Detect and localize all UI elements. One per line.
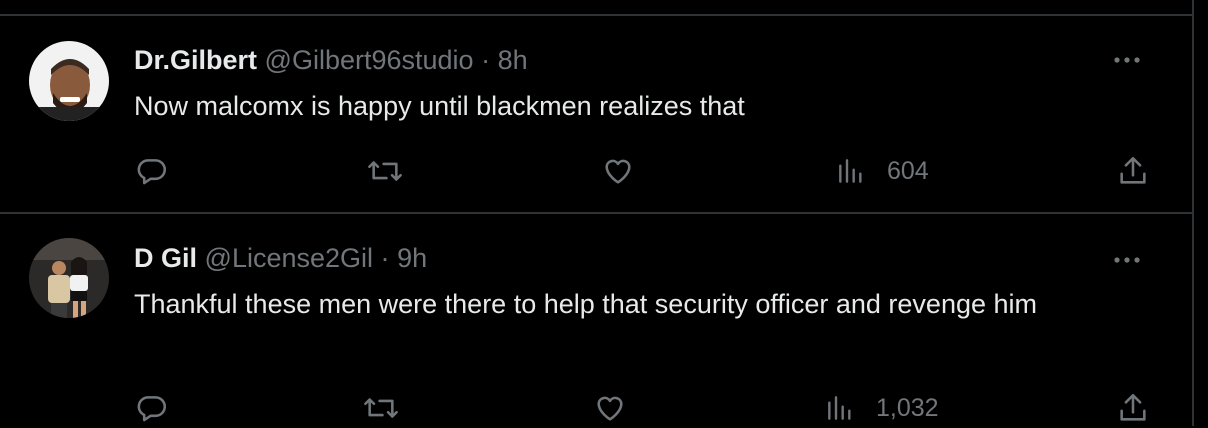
avatar-photo (29, 41, 109, 121)
avatar[interactable] (29, 238, 109, 318)
avatar-photo (29, 238, 109, 318)
display-name[interactable]: Dr.Gilbert (134, 45, 257, 75)
reply-icon (137, 159, 167, 185)
reply-icon (137, 396, 167, 422)
views-bar-chart-icon (828, 396, 851, 420)
more-dots-icon[interactable] (1112, 50, 1142, 70)
timeline-right-border (1192, 0, 1194, 426)
heart-icon (597, 396, 623, 421)
views-button[interactable]: 604 (835, 151, 929, 191)
share-button[interactable] (1116, 151, 1150, 191)
tweet-text: Now malcomx is happy until blackmen real… (134, 91, 745, 121)
view-count: 1,032 (876, 393, 939, 422)
tweet-actions: 604 (0, 151, 1192, 191)
reply-button[interactable] (135, 151, 169, 191)
share-icon (1120, 393, 1146, 421)
views-button[interactable]: 1,032 (824, 388, 939, 428)
views-bar-chart-icon (839, 159, 862, 183)
user-handle[interactable]: @Gilbert96studio (265, 45, 474, 75)
separator-dot: · (380, 243, 390, 273)
retweet-button[interactable] (362, 388, 400, 428)
tweet-card[interactable]: D Gil @License2Gil · 9h Thankful these m… (0, 214, 1192, 426)
timestamp[interactable]: 9h (397, 243, 427, 273)
separator-dot: · (481, 45, 491, 75)
retweet-button[interactable] (366, 151, 404, 191)
share-button[interactable] (1116, 388, 1150, 428)
view-count: 604 (887, 156, 929, 185)
share-icon (1120, 156, 1146, 184)
more-dots-icon[interactable] (1112, 250, 1142, 270)
avatar[interactable] (29, 41, 109, 121)
retweet-icon (368, 161, 402, 181)
like-button[interactable] (593, 388, 627, 428)
timestamp[interactable]: 8h (498, 45, 528, 75)
heart-icon (605, 159, 631, 184)
tweet-header: D Gil @License2Gil · 9h (134, 243, 427, 274)
like-button[interactable] (601, 151, 635, 191)
retweet-icon (364, 398, 398, 418)
tweet-header: Dr.Gilbert @Gilbert96studio · 8h (134, 45, 528, 76)
display-name[interactable]: D Gil (134, 243, 197, 273)
tweet-actions: 1,032 (0, 388, 1192, 428)
tweet-card[interactable]: Dr.Gilbert @Gilbert96studio · 8h Now mal… (0, 0, 1192, 213)
tweet-text: Thankful these men were there to help th… (134, 289, 1037, 319)
reply-button[interactable] (135, 388, 169, 428)
user-handle[interactable]: @License2Gil (205, 243, 374, 273)
